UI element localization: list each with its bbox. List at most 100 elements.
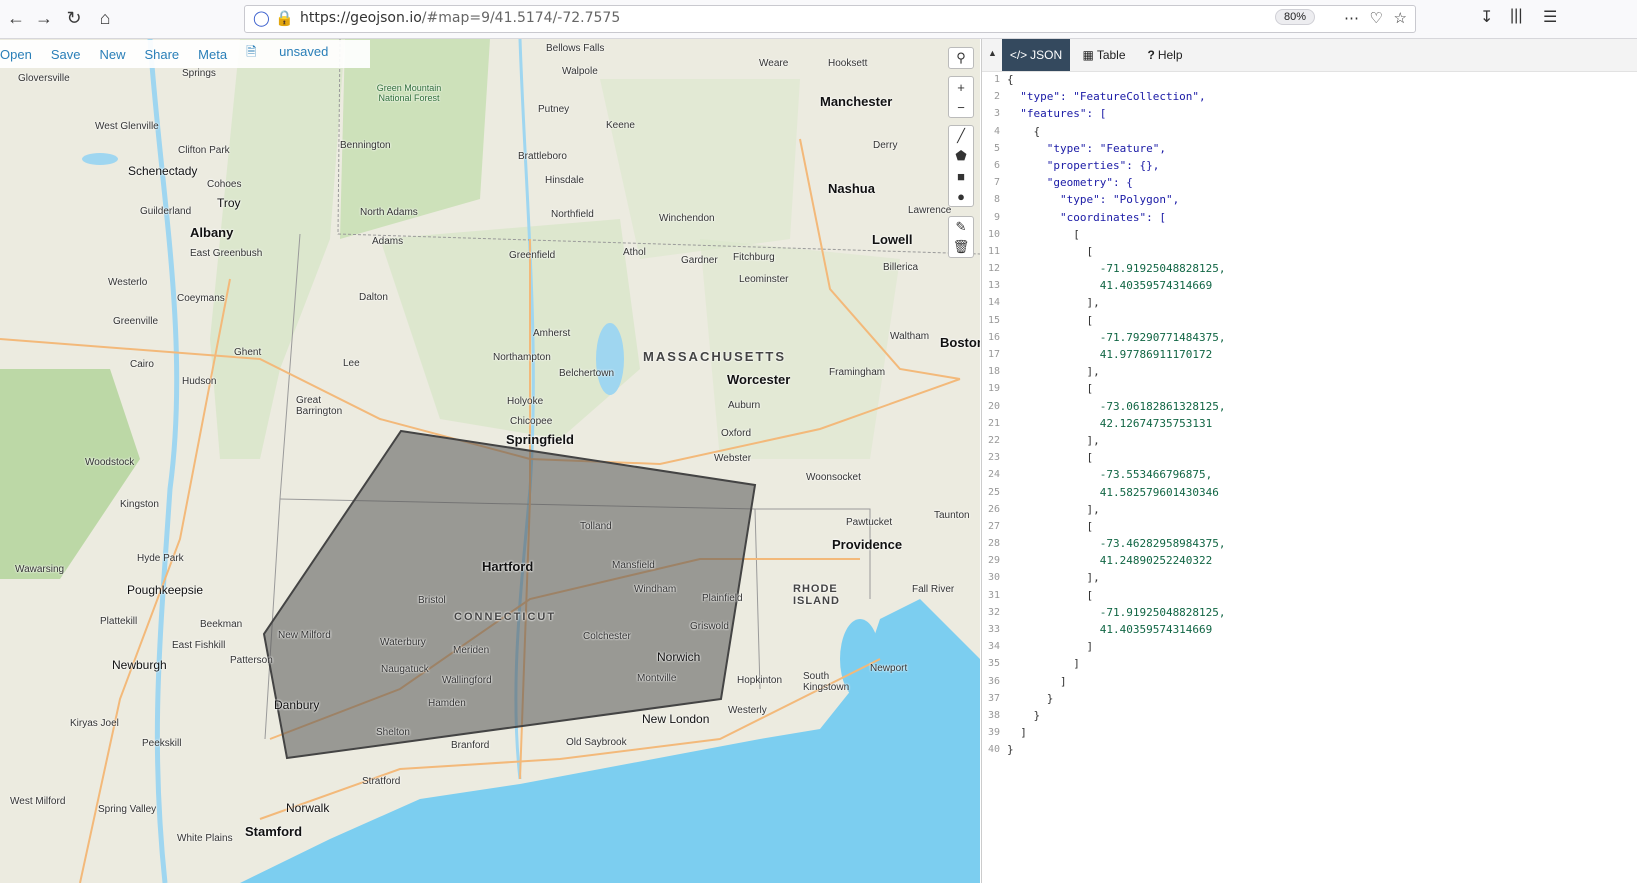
code-line[interactable]: 23 [ bbox=[982, 449, 1637, 466]
edit-icon[interactable]: ✎ bbox=[949, 217, 973, 237]
line-number: 40 bbox=[987, 744, 1000, 756]
code-line[interactable]: 22 ], bbox=[982, 432, 1637, 449]
code-line[interactable]: 20 -73.06182861328125, bbox=[982, 398, 1637, 415]
zoom-in-icon[interactable]: + bbox=[949, 77, 973, 97]
code-line[interactable]: 28 -73.46282958984375, bbox=[982, 535, 1637, 552]
library-icon[interactable]: ||| bbox=[1510, 7, 1522, 25]
label-place: South Kingstown bbox=[803, 671, 850, 693]
code-line[interactable]: 34 ] bbox=[982, 638, 1637, 655]
label-place: Leominster bbox=[739, 274, 789, 285]
open-menu[interactable]: Open bbox=[0, 47, 32, 62]
code-text: -71.79290771484375, bbox=[1007, 330, 1226, 344]
page-actions-icon[interactable]: ⋯ bbox=[1344, 9, 1359, 27]
url-text[interactable]: https://geojson.io/#map=9/41.5174/-72.75… bbox=[300, 10, 620, 26]
line-number: 9 bbox=[993, 211, 1000, 223]
back-icon[interactable]: ← bbox=[4, 6, 28, 30]
code-line[interactable]: 37 } bbox=[982, 690, 1637, 707]
label-place: White Plains bbox=[177, 833, 233, 844]
draw-line-icon[interactable]: ╱ bbox=[949, 126, 973, 146]
code-icon: </> bbox=[1009, 48, 1028, 62]
draw-rectangle-icon[interactable]: ■ bbox=[949, 166, 973, 186]
code-line[interactable]: 36 ] bbox=[982, 673, 1637, 690]
reload-icon[interactable]: ↻ bbox=[62, 6, 86, 30]
code-line[interactable]: 9 "coordinates": [ bbox=[982, 209, 1637, 226]
draw-control[interactable]: ╱ ⬟ ■ ● bbox=[948, 125, 974, 207]
code-line[interactable]: 18 ], bbox=[982, 363, 1637, 380]
draw-marker-icon[interactable]: ● bbox=[949, 186, 973, 206]
code-line[interactable]: 7 "geometry": { bbox=[982, 174, 1637, 191]
home-icon[interactable]: ⌂ bbox=[93, 6, 117, 30]
lock-icon[interactable]: 🔒 bbox=[275, 9, 294, 27]
code-line[interactable]: 30 ], bbox=[982, 569, 1637, 586]
meta-menu[interactable]: Meta bbox=[198, 47, 227, 62]
label-place: Clifton Park bbox=[178, 145, 230, 156]
json-editor[interactable]: 1{2 "type": "FeatureCollection", 3 "featu… bbox=[982, 71, 1637, 759]
downloads-icon[interactable]: ↧ bbox=[1480, 7, 1493, 27]
tab-json[interactable]: </> JSON bbox=[1002, 39, 1070, 71]
code-line[interactable]: 29 41.24890252240322 bbox=[982, 552, 1637, 569]
label-city: Albany bbox=[190, 225, 234, 240]
trash-icon[interactable]: 🗑 bbox=[949, 237, 973, 257]
code-line[interactable]: 31 [ bbox=[982, 587, 1637, 604]
code-line[interactable]: 15 [ bbox=[982, 312, 1637, 329]
pocket-icon[interactable]: ♡ bbox=[1370, 9, 1383, 27]
code-line[interactable]: 32 -71.91925048828125, bbox=[982, 604, 1637, 621]
zoom-control[interactable]: + − bbox=[948, 76, 974, 118]
collapse-panel-icon[interactable]: ▲ bbox=[988, 48, 997, 58]
code-line[interactable]: 19 [ bbox=[982, 380, 1637, 397]
map-search-control[interactable]: ⚲ bbox=[948, 47, 974, 69]
code-text: 41.97786911170172 bbox=[1007, 348, 1213, 361]
code-line[interactable]: 33 41.40359574314669 bbox=[982, 621, 1637, 638]
code-line[interactable]: 6 "properties": {}, bbox=[982, 157, 1637, 174]
zoom-out-icon[interactable]: − bbox=[949, 97, 973, 117]
code-line[interactable]: 21 42.12674735753131 bbox=[982, 415, 1637, 432]
draw-polygon-icon[interactable]: ⬟ bbox=[949, 146, 973, 166]
code-line[interactable]: 4 { bbox=[982, 123, 1637, 140]
code-line[interactable]: 10 [ bbox=[982, 226, 1637, 243]
code-line[interactable]: 13 41.40359574314669 bbox=[982, 277, 1637, 294]
code-line[interactable]: 38 } bbox=[982, 707, 1637, 724]
code-text: [ bbox=[1007, 313, 1094, 327]
label-place: Framingham bbox=[829, 367, 886, 378]
label-place: Great Barrington bbox=[296, 395, 343, 417]
code-line[interactable]: 16 -71.79290771484375, bbox=[982, 329, 1637, 346]
forward-icon[interactable]: → bbox=[32, 6, 56, 30]
code-line[interactable]: 11 [ bbox=[982, 243, 1637, 260]
zoom-level-badge[interactable]: 80% bbox=[1274, 9, 1315, 25]
label-place: Hudson bbox=[182, 376, 217, 387]
share-menu[interactable]: Share bbox=[144, 47, 179, 62]
tab-table[interactable]: ▦ Table bbox=[1074, 39, 1134, 71]
code-line[interactable]: 40} bbox=[982, 741, 1637, 758]
new-menu[interactable]: New bbox=[99, 47, 125, 62]
address-bar[interactable]: ◯ 🔒 https://geojson.io/#map=9/41.5174/-7… bbox=[244, 5, 1416, 33]
code-line[interactable]: 1{ bbox=[982, 71, 1637, 88]
code-line[interactable]: 12 -71.91925048828125, bbox=[982, 260, 1637, 277]
tracking-shield-icon[interactable]: ◯ bbox=[253, 9, 270, 27]
label-place: Branford bbox=[451, 740, 490, 751]
code-line[interactable]: 8 "type": "Polygon", bbox=[982, 191, 1637, 208]
label-city: Worcester bbox=[727, 372, 791, 387]
tab-help[interactable]: ? Help bbox=[1138, 39, 1192, 71]
code-text: } bbox=[1007, 743, 1014, 757]
code-line[interactable]: 5 "type": "Feature", bbox=[982, 140, 1637, 157]
code-line[interactable]: 24 -73.553466796875, bbox=[982, 466, 1637, 483]
edit-control[interactable]: ✎ 🗑 bbox=[948, 216, 974, 258]
code-line[interactable]: 39 ] bbox=[982, 724, 1637, 741]
code-line[interactable]: 25 41.582579601430346 bbox=[982, 484, 1637, 501]
code-line[interactable]: 27 [ bbox=[982, 518, 1637, 535]
search-icon[interactable]: ⚲ bbox=[949, 48, 973, 68]
code-line[interactable]: 3 "features": [ bbox=[982, 105, 1637, 122]
label-city: Lowell bbox=[872, 232, 913, 247]
code-line[interactable]: 14 ], bbox=[982, 294, 1637, 311]
code-line[interactable]: 17 41.97786911170172 bbox=[982, 346, 1637, 363]
code-line[interactable]: 26 ], bbox=[982, 501, 1637, 518]
code-line[interactable]: 2 "type": "FeatureCollection", bbox=[982, 88, 1637, 105]
bookmark-star-icon[interactable]: ☆ bbox=[1394, 9, 1407, 27]
save-menu[interactable]: Save bbox=[51, 47, 81, 62]
code-text: "properties": {}, bbox=[1007, 158, 1160, 172]
menu-icon[interactable]: ☰ bbox=[1543, 7, 1557, 27]
code-line[interactable]: 35 ] bbox=[982, 655, 1637, 672]
label-place: Lee bbox=[343, 358, 360, 369]
line-number: 6 bbox=[993, 159, 1000, 171]
map-view[interactable]: MASSACHUSETTS CONNECTICUT RHODE ISLAND A… bbox=[0, 39, 980, 883]
